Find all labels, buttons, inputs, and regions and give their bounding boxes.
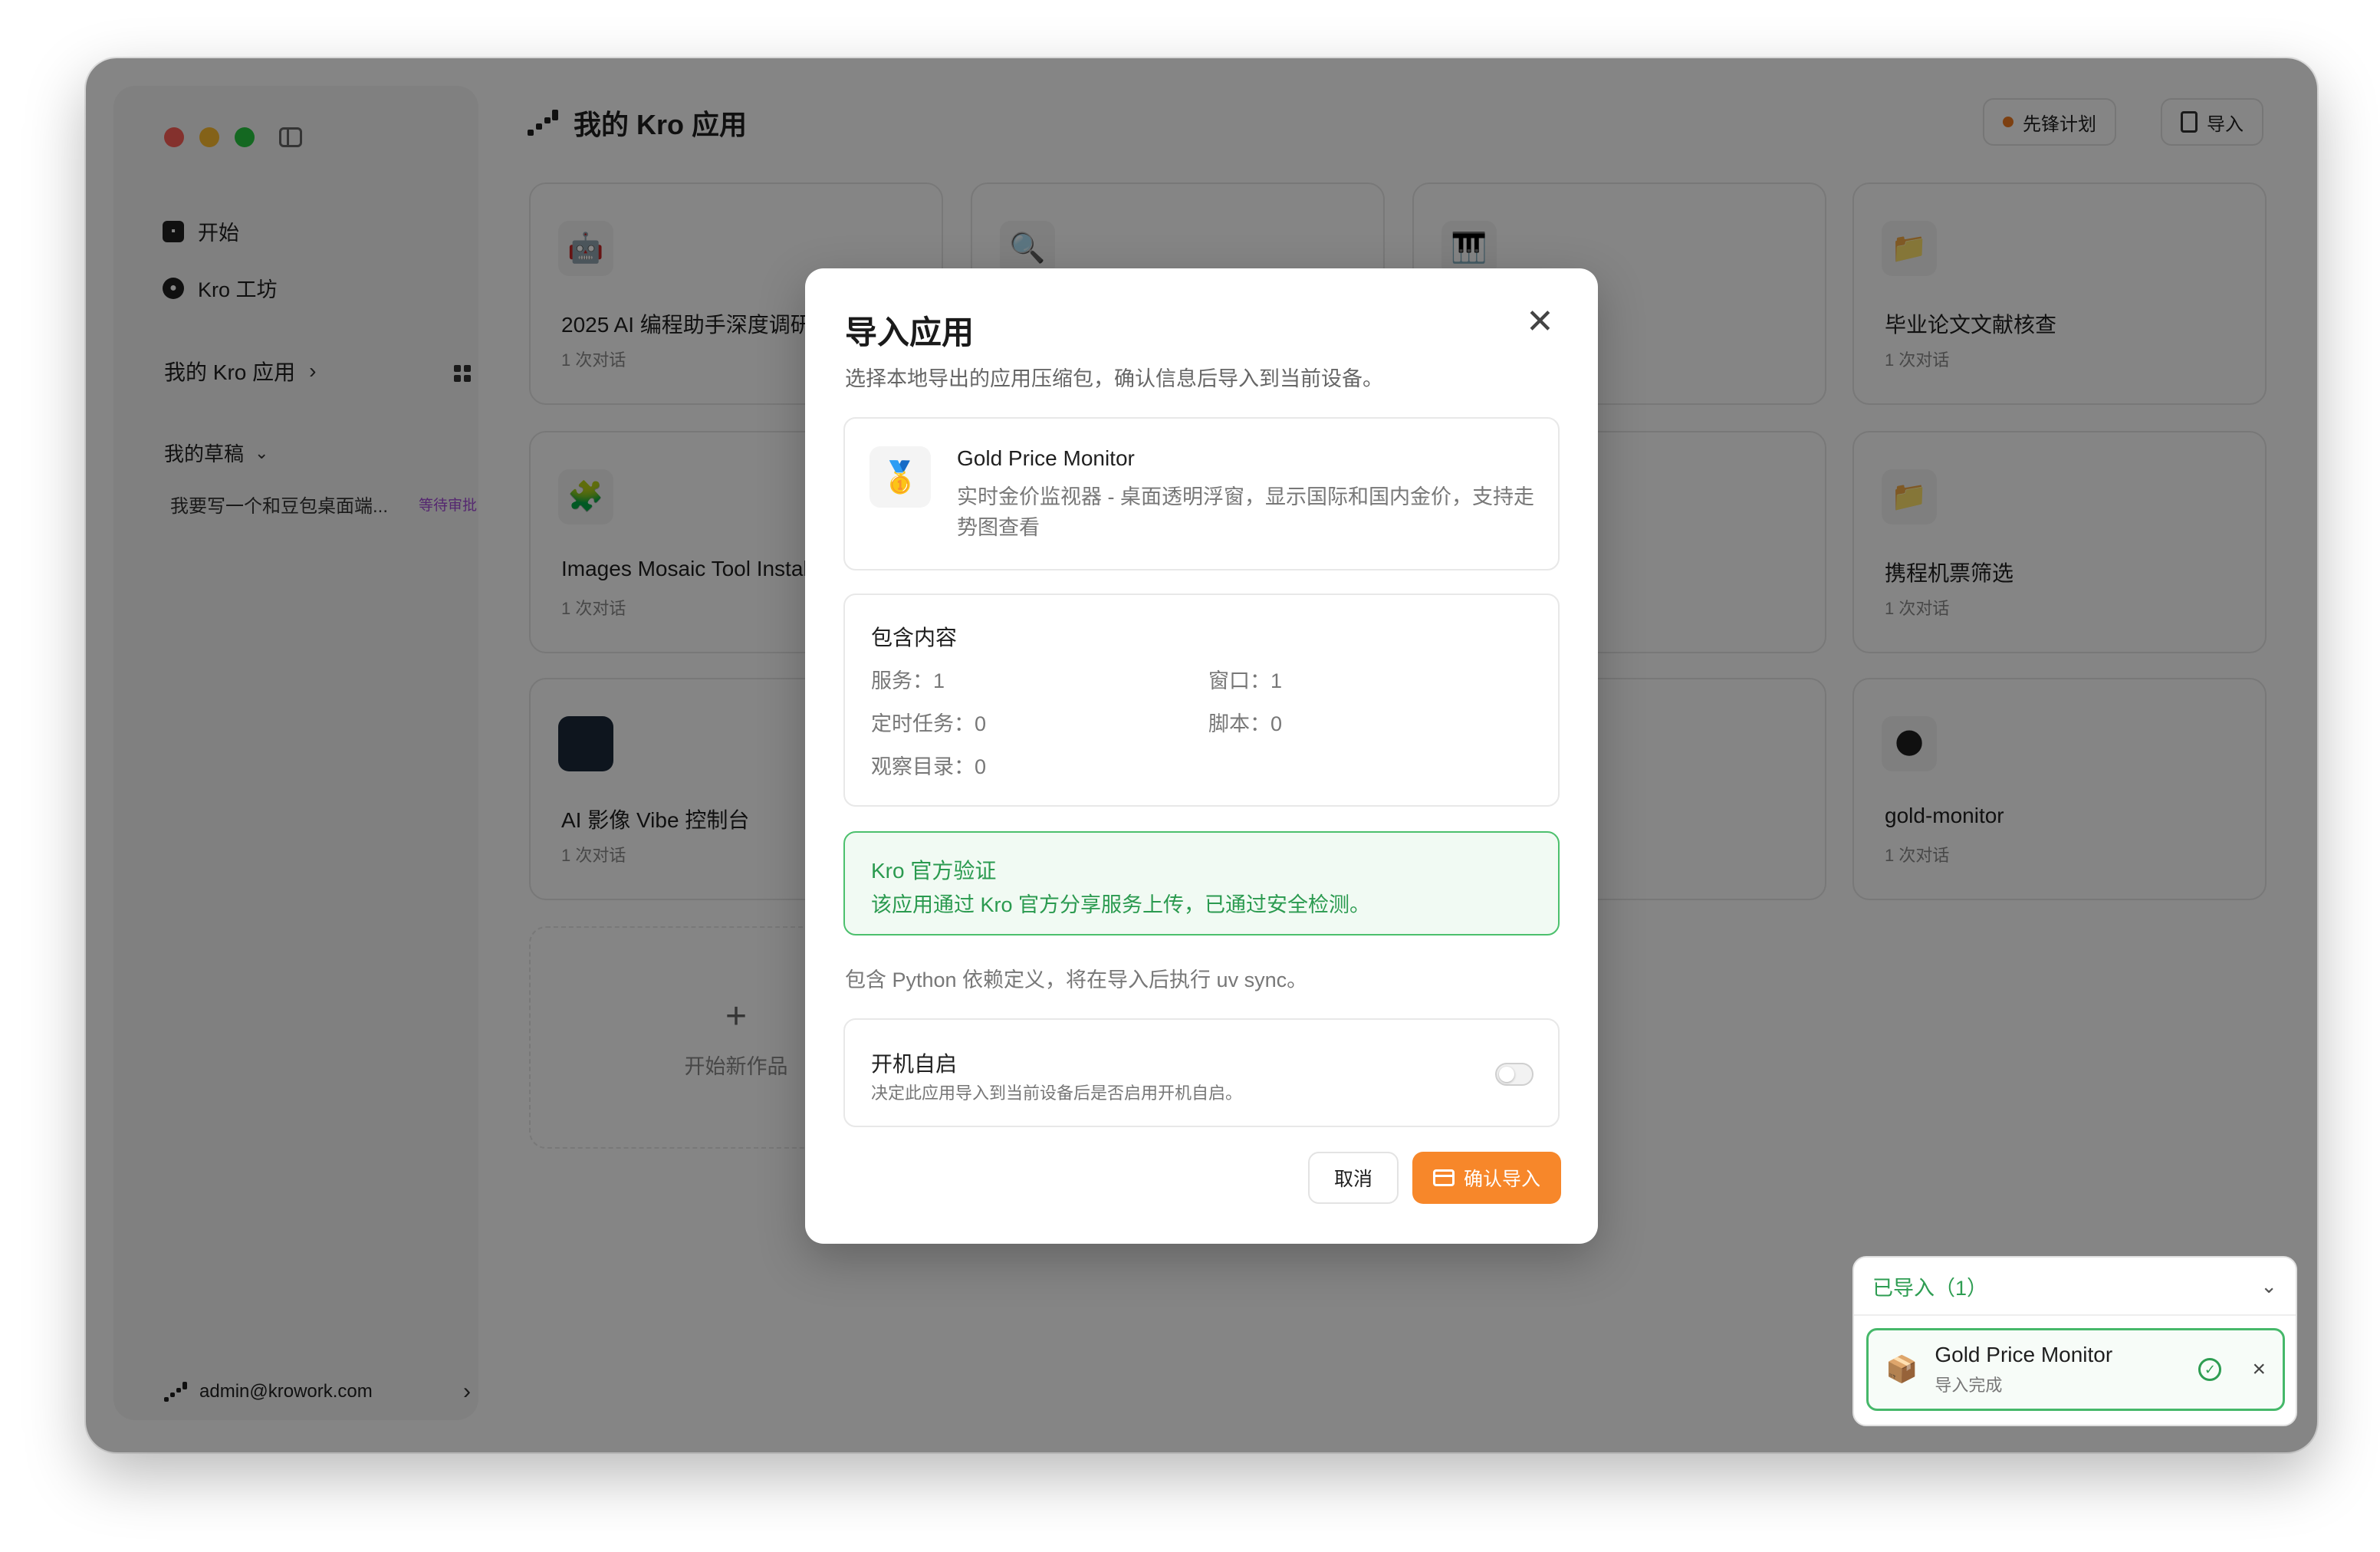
autostart-setting: 开机自启 决定此应用导入到当前设备后是否启用开机自启。 [843,1018,1560,1127]
toast-item-name: Gold Price Monitor [1935,1343,2113,1366]
autostart-description: 决定此应用导入到当前设备后是否启用开机自启。 [871,1083,1243,1103]
cancel-button[interactable]: 取消 [1308,1152,1399,1204]
close-icon[interactable]: × [2252,1356,2266,1383]
toast-item: 📦 Gold Price Monitor 导入完成 ✓ × [1866,1328,2285,1411]
watch-dirs-count: 观察目录：0 [871,755,987,778]
autostart-toggle[interactable] [1495,1063,1534,1086]
check-circle-icon: ✓ [2198,1358,2222,1381]
toast-item-status: 导入完成 [1935,1376,2003,1395]
archive-icon [1432,1169,1455,1186]
package-icon: 📦 [1885,1355,1918,1384]
close-icon[interactable]: ✕ [1526,305,1554,339]
toast-header-label: 已导入（1） [1872,1276,1988,1300]
dialog-title: 导入应用 [845,314,975,350]
contents-title: 包含内容 [871,626,958,649]
import-app-dialog: 导入应用 ✕ 选择本地导出的应用压缩包，确认信息后导入到当前设备。 🥇 Gold… [805,268,1598,1244]
import-toast-panel: 已导入（1） ⌄ 📦 Gold Price Monitor 导入完成 ✓ × [1852,1256,2297,1426]
contents-card: 包含内容 服务：1 窗口：1 定时任务：0 脚本：0 观察目录：0 [843,594,1560,807]
app-name: Gold Price Monitor [957,446,1135,470]
verification-banner: Kro 官方验证 该应用通过 Kro 官方分享服务上传，已通过安全检测。 [843,831,1560,935]
chevron-down-icon: ⌄ [2260,1274,2277,1297]
python-dependency-note: 包含 Python 依赖定义，将在导入后执行 uv sync。 [845,968,1308,991]
autostart-title: 开机自启 [871,1052,958,1076]
verification-text: 该应用通过 Kro 官方分享服务上传，已通过安全检测。 [871,893,1371,916]
medal-icon: 🥇 [869,446,931,508]
app-info-card: 🥇 Gold Price Monitor 实时金价监视器 - 桌面透明浮窗，显示… [843,417,1560,570]
scripts-count: 脚本：0 [1208,712,1283,735]
confirm-label: 确认导入 [1463,1169,1540,1190]
windows-count: 窗口：1 [1208,669,1283,692]
verification-title: Kro 官方验证 [871,859,997,883]
cancel-label: 取消 [1333,1169,1372,1190]
dialog-description: 选择本地导出的应用压缩包，确认信息后导入到当前设备。 [845,367,1383,390]
app-description: 实时金价监视器 - 桌面透明浮窗，显示国际和国内金价，支持走势图查看 [957,485,1534,539]
scheduled-tasks-count: 定时任务：0 [871,712,987,735]
toast-header[interactable]: 已导入（1） ⌄ [1854,1258,2296,1316]
confirm-import-button[interactable]: 确认导入 [1412,1152,1561,1204]
services-count: 服务：1 [871,669,945,692]
